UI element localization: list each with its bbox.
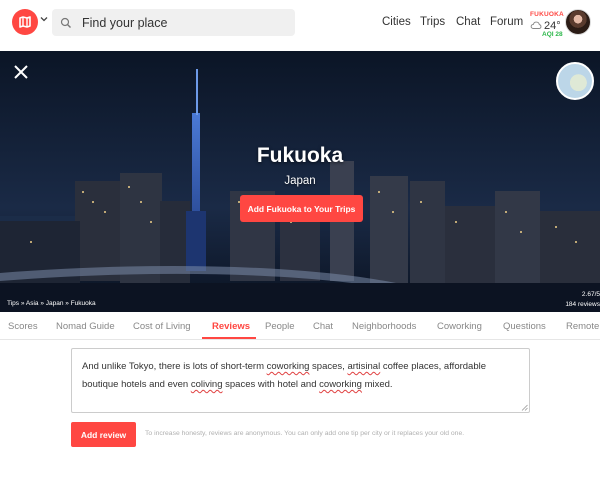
tab-remote[interactable]: Remote — [566, 321, 599, 332]
cloud-icon — [530, 21, 542, 29]
misspelled-word: coworking — [319, 379, 362, 390]
active-tab-indicator — [202, 337, 256, 339]
logo-icon[interactable] — [12, 9, 38, 35]
city-tabs: Scores Nomad Guide Cost of Living Review… — [0, 312, 600, 340]
tab-nomad-guide[interactable]: Nomad Guide — [56, 321, 115, 332]
tab-cost-of-living[interactable]: Cost of Living — [133, 321, 191, 332]
nav-trips[interactable]: Trips — [420, 16, 445, 28]
rating-value: 2.67/5 — [581, 291, 600, 298]
avatar[interactable] — [565, 9, 591, 35]
city-hero: Fukuoka Japan Add Fukuoka to Your Trips … — [0, 51, 600, 312]
reviews-count: 184 reviews — [565, 301, 600, 308]
city-title: Fukuoka — [256, 144, 344, 167]
nav-forum[interactable]: Forum — [490, 16, 523, 28]
tab-coworking[interactable]: Coworking — [437, 321, 482, 332]
tab-questions[interactable]: Questions — [503, 321, 546, 332]
weather-widget[interactable]: FUKUOKA 24° AQI 28 — [530, 8, 564, 42]
top-bar: Cities Trips Chat Forum FUKUOKA 24° AQI … — [0, 0, 600, 46]
search-bar[interactable] — [52, 9, 295, 36]
chevron-down-icon[interactable] — [40, 15, 50, 25]
review-text: And unlike Tokyo, there is lots of short… — [82, 361, 267, 372]
review-text: spaces with hotel and — [222, 379, 320, 390]
rating-summary: 2.67/5 184 reviews — [565, 290, 600, 310]
resize-handle-icon[interactable] — [521, 404, 528, 411]
misspelled-word: artisinal — [347, 361, 381, 372]
tab-neighborhoods[interactable]: Neighborhoods — [352, 321, 416, 332]
tab-reviews[interactable]: Reviews — [212, 321, 250, 332]
close-icon[interactable] — [13, 64, 29, 80]
tab-chat[interactable]: Chat — [313, 321, 333, 332]
add-review-button[interactable]: Add review — [71, 422, 136, 447]
review-text: spaces, — [309, 361, 348, 372]
review-textarea[interactable]: And unlike Tokyo, there is lots of short… — [71, 348, 530, 413]
search-input[interactable] — [82, 15, 282, 30]
misspelled-word: coworking — [266, 361, 310, 372]
weather-city: FUKUOKA — [530, 11, 564, 18]
search-icon — [60, 17, 71, 28]
breadcrumb[interactable]: Tips » Asia » Japan » Fukuoka — [7, 300, 96, 307]
misspelled-word: coliving — [190, 379, 223, 390]
review-text: mixed. — [361, 379, 393, 390]
weather-aqi: AQI 28 — [542, 31, 563, 38]
nav-cities[interactable]: Cities — [382, 16, 411, 28]
country-name: Japan — [284, 175, 316, 187]
tab-scores[interactable]: Scores — [8, 321, 38, 332]
nav-chat[interactable]: Chat — [456, 16, 480, 28]
map-thumbnail[interactable] — [556, 62, 594, 100]
add-to-trips-button[interactable]: Add Fukuoka to Your Trips — [240, 195, 363, 222]
tab-people[interactable]: People — [265, 321, 295, 332]
review-hint: To increase honesty, reviews are anonymo… — [145, 430, 465, 437]
